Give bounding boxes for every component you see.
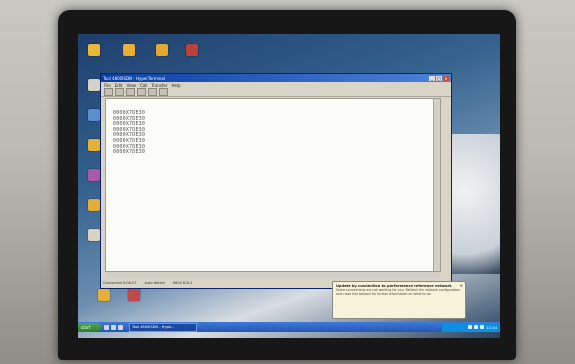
folder-icon[interactable] [88,199,100,211]
close-button[interactable]: × [443,75,449,81]
window-controls: _ □ × [429,75,449,81]
open-icon[interactable] [115,88,124,96]
window-title: Tool 4800ISDN - HyperTerminal [103,75,165,81]
menu-edit[interactable]: Edit [115,83,123,88]
disconnect-icon[interactable] [137,88,146,96]
menu-help[interactable]: Help [172,83,181,88]
folder-icon[interactable] [88,44,100,56]
title-bar[interactable]: Tool 4800ISDN - HyperTerminal _ □ × [101,74,451,82]
terminal-area[interactable]: 0000X7DE30 0000X7DE30 0000X7DE30 0000X7D… [105,98,441,278]
status-settings: 9600 8-N-1 [172,281,193,285]
status-connected: Connected 0:08:27 [103,281,137,285]
volume-tray-icon[interactable] [474,325,479,329]
horizontal-scrollbar[interactable] [106,272,440,278]
folder-icon[interactable] [156,44,168,56]
folder-icon[interactable] [123,44,135,56]
vertical-scrollbar[interactable] [433,99,440,271]
maximize-button[interactable]: □ [436,75,442,81]
hyperterminal-window: Tool 4800ISDN - HyperTerminal _ □ × File… [100,73,452,289]
clock[interactable]: 12:34 [486,325,497,330]
quick-launch-icon[interactable] [104,324,109,330]
recycle-bin-icon[interactable] [88,229,100,241]
terminal-line: 0000X7DE30 [113,149,146,156]
security-tray-icon[interactable] [480,325,485,329]
taskbar: start Tool 4800ISDN - Hype... 12:34 [78,322,500,332]
terminal-output: 0000X7DE30 0000X7DE30 0000X7DE30 0000X7D… [113,110,146,156]
new-connection-icon[interactable] [104,88,113,96]
send-icon[interactable] [148,88,157,96]
menu-call[interactable]: Call [140,83,147,88]
folder-icon[interactable] [88,139,100,151]
start-button[interactable]: start [78,322,101,332]
toolbar [101,88,451,97]
network-tray-icon[interactable] [468,325,473,329]
computer-icon[interactable] [88,79,100,91]
menu-transfer[interactable]: Transfer [151,83,167,88]
taskbar-hyperterminal-button[interactable]: Tool 4800ISDN - Hype... [129,322,197,332]
quick-launch-icon[interactable] [118,324,123,330]
menu-view[interactable]: View [126,83,136,88]
media-icon[interactable] [88,169,100,181]
call-icon[interactable] [126,88,135,96]
quick-launch [104,324,123,330]
balloon-close-icon[interactable]: × [460,283,463,288]
folder-icon[interactable] [98,289,110,301]
balloon-text: Some connections are not working for you… [336,288,461,296]
network-icon[interactable] [88,109,100,121]
menu-file[interactable]: File [104,83,111,88]
properties-icon[interactable] [159,88,168,96]
quick-launch-icon[interactable] [111,324,116,330]
minimize-button[interactable]: _ [429,75,435,81]
status-detect: Auto detect [144,281,165,285]
application-icon[interactable] [128,289,140,301]
document-icon[interactable] [186,44,198,56]
system-tray: 12:34 [442,322,500,332]
notification-balloon[interactable]: × Update by connection to performance re… [332,281,466,319]
